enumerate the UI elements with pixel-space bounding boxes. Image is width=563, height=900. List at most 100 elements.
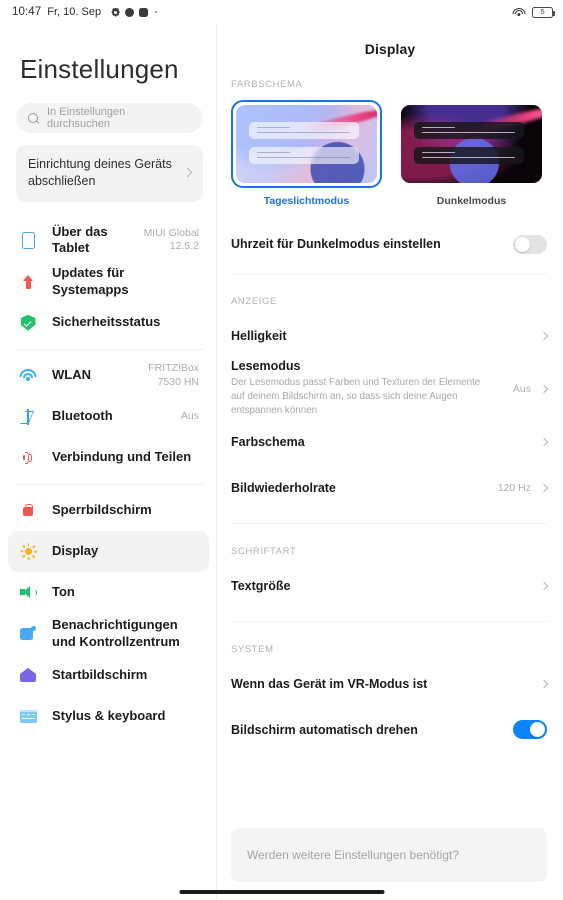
status-notification-icons [111, 7, 158, 17]
theme-option-dark[interactable]: Dunkelmodus [396, 100, 547, 207]
sidebar-item-security-status[interactable]: Sicherheitsstatus [8, 302, 209, 343]
status-time: 10:47 [12, 6, 42, 18]
circle-icon [125, 7, 135, 17]
row-text-size-main: Textgröße [231, 579, 531, 593]
main-title: Display [364, 41, 416, 57]
row-title: Farbschema [231, 434, 305, 449]
lock-icon [18, 503, 38, 518]
battery-level: 5 [540, 7, 545, 17]
section-label-schriftart: SCHRIFTART [231, 545, 297, 557]
chevron-right-icon [539, 679, 549, 688]
home-indicator[interactable] [179, 890, 384, 894]
sidebar-item-label: Stylus & keyboard [52, 707, 166, 723]
sidebar-item-label: Über das Tablet [52, 223, 108, 256]
section-label-system: SYSTEM [231, 643, 274, 655]
sidebar-item-about-tablet[interactable]: Über das Tablet MIUI Global 12.5.2 [8, 220, 209, 261]
sidebar-item-system-app-updates[interactable]: Updates für Systemapps [8, 261, 209, 302]
row-refresh-rate-main: Bildwiederholrate [231, 481, 488, 495]
sidebar-item-notifications[interactable]: Benachrichtigungen und Kontrollzentrum [8, 613, 209, 654]
section-label-colorscheme: FARBSCHEMA [231, 79, 303, 90]
sidebar-item-stylus-keyboard[interactable]: Stylus & keyboard [8, 696, 209, 737]
sidebar-item-display[interactable]: Display [8, 531, 209, 573]
row-color-scheme-main: Farbschema [231, 435, 531, 449]
status-bar: 10:47 Fr, 10. Sep 5 [0, 0, 563, 24]
feedback-bar[interactable]: Werden weitere Einstellungen benötigt? [231, 828, 547, 882]
row-auto-rotate[interactable]: Bildschirm automatisch drehen [217, 707, 563, 753]
row-vr-mode[interactable]: Wenn das Gerät im VR-Modus ist [217, 661, 563, 707]
row-description: Der Lesemodus passt Farben und Texturen … [231, 377, 481, 417]
search-placeholder: In Einstellungen durchsuchen [47, 106, 126, 130]
sidebar-item-value: Aus [180, 409, 199, 422]
chevron-right-icon [539, 581, 549, 590]
sidebar-item-label: Ton [52, 584, 75, 600]
sidebar-item-sound[interactable]: Ton [8, 572, 209, 613]
theme-thumbnail-light [236, 105, 377, 183]
keyboard-icon [18, 709, 38, 723]
theme-thumbnail-dark [401, 105, 542, 183]
theme-thumbnail-dark-wrap [396, 100, 547, 188]
row-value: 120 Hz [497, 481, 531, 494]
auto-rotate-toggle[interactable] [513, 720, 547, 740]
battery-icon: 5 [532, 6, 555, 18]
speaker-icon [18, 585, 38, 600]
settings-app-screen: 10:47 Fr, 10. Sep 5 Einstellungen In Ein… [0, 0, 563, 900]
theme-label-dark: Dunkelmodus [436, 195, 507, 207]
rounded-square-icon [139, 7, 149, 17]
row-title: Wenn das Gerät im VR-Modus ist [231, 676, 428, 691]
setup-device-card[interactable]: Einrichtung deines Geräts abschließen [16, 145, 203, 202]
row-brightness[interactable]: Helligkeit [217, 313, 563, 359]
row-text-size[interactable]: Textgröße [217, 563, 563, 609]
sidebar-item-label: Verbindung und Teilen [52, 449, 192, 465]
row-refresh-rate[interactable]: Bildwiederholrate 120 Hz [217, 465, 563, 511]
search-icon [28, 112, 39, 124]
sidebar-item-bluetooth[interactable]: Bluetooth Aus [8, 396, 209, 437]
sidebar-group-device: Über das Tablet MIUI Global 12.5.2 Updat… [0, 214, 217, 350]
row-dark-mode-schedule[interactable]: Uhrzeit für Dunkelmodus einstellen [217, 221, 563, 267]
theme-options: Tageslichtmodus Dunkelmodus [217, 90, 563, 207]
sidebar: Einstellungen In Einstellungen durchsuch… [0, 0, 217, 900]
sidebar-item-label: Benachrichtigungen und Kontrollzentrum [52, 617, 180, 649]
setup-device-label: Einrichtung deines Geräts abschließen [28, 157, 172, 188]
sidebar-item-label: Startbildschirm [52, 666, 148, 682]
dot-icon [155, 11, 158, 13]
row-title: Bildwiederholrate [231, 480, 336, 495]
notification-icon [18, 625, 38, 642]
share-icon [18, 450, 38, 466]
section-label-anzeige: ANZEIGE [231, 296, 277, 307]
feedback-text: Werden weitere Einstellungen benötigt? [247, 848, 459, 862]
row-title: Uhrzeit für Dunkelmodus einstellen [231, 237, 441, 251]
sidebar-item-homescreen[interactable]: Startbildschirm [8, 655, 209, 696]
bluetooth-icon [18, 408, 38, 425]
sidebar-item-label: Updates für Systemapps [52, 265, 129, 297]
wifi-icon [18, 369, 38, 382]
sidebar-item-wlan[interactable]: WLAN FRITZ!Box 7530 HN [8, 355, 209, 396]
dark-mode-schedule-toggle[interactable] [513, 234, 547, 254]
chevron-right-icon [182, 167, 193, 178]
gear-icon [111, 8, 120, 17]
sidebar-item-value: MIUI Global 12.5.2 [143, 226, 199, 253]
status-bar-right: 5 [512, 6, 555, 18]
tablet-icon [18, 231, 38, 249]
theme-thumbnail-light-wrap [231, 100, 382, 188]
theme-option-light[interactable]: Tageslichtmodus [231, 100, 382, 207]
row-reading-mode[interactable]: Lesemodus Der Lesemodus passt Farben und… [217, 359, 563, 419]
sidebar-item-value: FRITZ!Box 7530 HN [148, 362, 199, 388]
chevron-right-icon [539, 331, 549, 341]
row-color-scheme[interactable]: Farbschema [217, 419, 563, 465]
row-dark-mode-schedule-main: Uhrzeit für Dunkelmodus einstellen [231, 237, 503, 251]
chevron-right-icon [539, 437, 549, 446]
sidebar-menu: Über das Tablet MIUI Global 12.5.2 Updat… [0, 214, 217, 743]
row-title: Lesemodus [231, 359, 301, 373]
sidebar-item-label: Bluetooth [52, 408, 113, 424]
search-input[interactable]: In Einstellungen durchsuchen [16, 103, 203, 133]
row-title: Textgröße [231, 578, 291, 593]
wifi-icon [512, 7, 525, 18]
row-brightness-main: Helligkeit [231, 329, 531, 343]
sidebar-item-lockscreen[interactable]: Sperrbildschirm [8, 490, 209, 531]
sidebar-item-connection-sharing[interactable]: Verbindung und Teilen [8, 437, 209, 478]
update-arrow-icon [18, 274, 38, 290]
sidebar-item-label: WLAN [52, 367, 91, 383]
page-title: Einstellungen [20, 54, 179, 84]
row-vr-mode-main: Wenn das Gerät im VR-Modus ist [231, 677, 531, 691]
status-bar-left: 10:47 Fr, 10. Sep [12, 6, 158, 18]
